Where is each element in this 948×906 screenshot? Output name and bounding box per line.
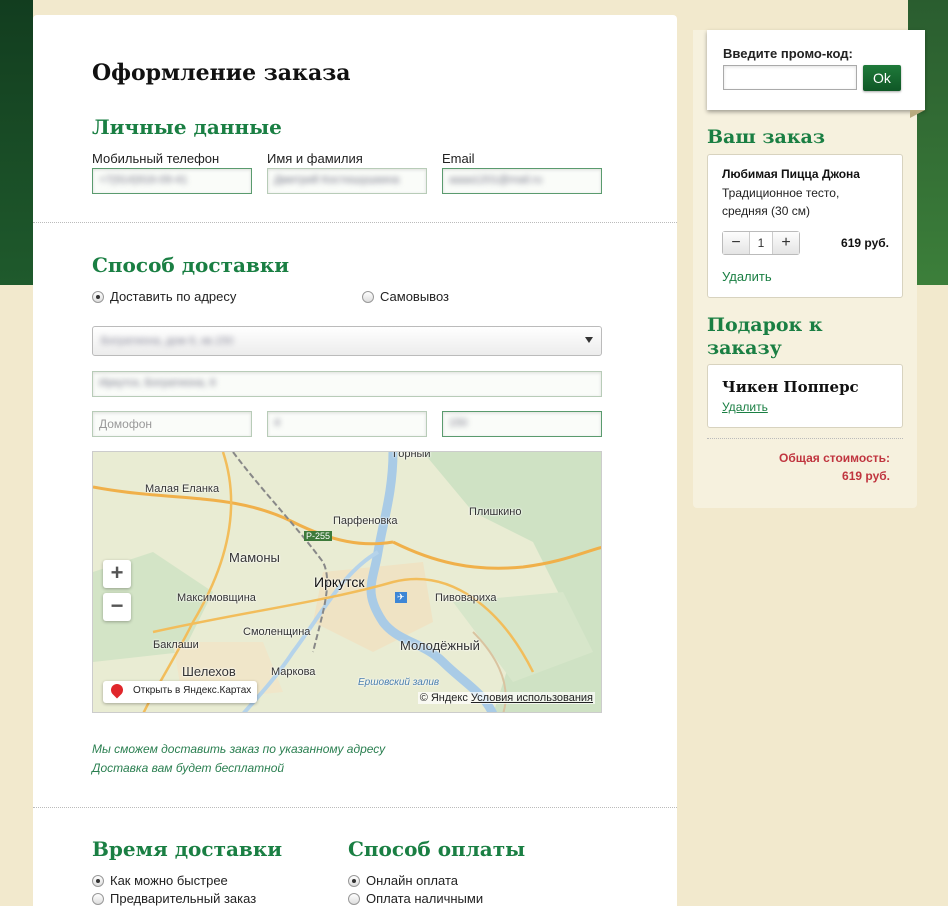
decrease-button[interactable]: − bbox=[723, 232, 749, 254]
email-label: Email bbox=[442, 151, 475, 166]
map-label-plishkino: Плишкино bbox=[469, 506, 522, 518]
radio-asap[interactable]: Как можно быстрее bbox=[92, 873, 228, 888]
address-select-value: Богратиона, дом 6, кв.150 bbox=[101, 335, 234, 347]
radio-label: Самовывоз bbox=[380, 289, 449, 304]
section-divider bbox=[33, 222, 677, 223]
total-value: 619 руб. bbox=[842, 469, 890, 483]
gift-title-line1: Подарок к bbox=[707, 314, 823, 336]
map-label-smolenshchina: Смоленщина bbox=[243, 626, 311, 638]
order-item-desc-line2: средняя (30 см) bbox=[722, 204, 810, 218]
open-yandex-maps-label: Открыть в Яндекс.Картах bbox=[133, 685, 252, 696]
map-label-pivovarikha: Пивовариха bbox=[435, 592, 497, 604]
map-label-gorny: Горный bbox=[393, 451, 431, 460]
intercom-field[interactable]: Домофон bbox=[92, 411, 252, 437]
gift-card: Чикен Попперс Удалить bbox=[707, 364, 903, 428]
name-field[interactable]: Дмитрий Костюшушкина bbox=[267, 168, 427, 194]
radio-label: Онлайн оплата bbox=[366, 873, 458, 888]
order-item-name: Любимая Пицца Джона bbox=[722, 167, 860, 181]
radio-dot[interactable] bbox=[348, 892, 360, 905]
map-label-malaya-elanka: Малая Еланка bbox=[145, 483, 220, 495]
address-field[interactable]: Иркутск, Богратиона, 6 bbox=[92, 371, 602, 397]
floor-field[interactable]: 4 bbox=[267, 411, 427, 437]
map-label-maksimovshchina: Максимовщина bbox=[177, 592, 256, 604]
email-field[interactable]: aaaa1201@mail.ru bbox=[442, 168, 602, 194]
remove-item-link[interactable]: Удалить bbox=[722, 269, 772, 284]
radio-pickup[interactable]: Самовывоз bbox=[362, 289, 449, 304]
map-label-molodezhny: Молодёжный bbox=[400, 638, 480, 653]
delivery-section-title: Способ доставки bbox=[92, 253, 290, 277]
radio-label: Как можно быстрее bbox=[110, 873, 228, 888]
map-label-baklashi: Баклаши bbox=[153, 639, 199, 651]
delivery-map[interactable]: Горный Малая Еланка Парфеновка Плишкино … bbox=[92, 451, 602, 713]
map-label-shelekhov: Шелехов bbox=[182, 664, 236, 679]
quantity-stepper: − 1 + bbox=[722, 231, 800, 255]
terms-link[interactable]: Условия использования bbox=[471, 692, 593, 704]
promo-fold bbox=[910, 110, 925, 118]
background-left bbox=[0, 0, 33, 285]
map-label-mamony: Мамоны bbox=[229, 550, 280, 565]
remove-gift-link[interactable]: Удалить bbox=[722, 400, 768, 414]
phone-field[interactable]: +7(914)916-09-41 bbox=[92, 168, 252, 194]
chevron-down-icon bbox=[585, 337, 593, 343]
phone-label: Мобильный телефон bbox=[92, 151, 220, 166]
radio-deliver-address[interactable]: Доставить по адресу bbox=[92, 289, 236, 304]
time-section-title: Время доставки bbox=[92, 837, 283, 861]
map-label-ershovsky: Ершовский залив bbox=[358, 677, 440, 688]
gift-item-name: Чикен Попперс bbox=[722, 378, 859, 396]
radio-preorder[interactable]: Предварительный заказ bbox=[92, 891, 256, 906]
order-title: Ваш заказ bbox=[707, 126, 825, 148]
radio-dot-checked[interactable] bbox=[92, 874, 104, 887]
map-label-markova: Маркова bbox=[271, 666, 316, 678]
radio-label: Предварительный заказ bbox=[110, 891, 257, 906]
promo-code-input[interactable] bbox=[723, 65, 857, 90]
name-label: Имя и фамилия bbox=[267, 151, 363, 166]
address-select[interactable]: Богратиона, дом 6, кв.150 bbox=[92, 326, 602, 356]
map-copyright: © Яндекс Условия использования bbox=[417, 692, 595, 704]
radio-online-payment[interactable]: Онлайн оплата bbox=[348, 873, 458, 888]
total-label: Общая стоимость: bbox=[779, 451, 890, 465]
radio-dot-checked[interactable] bbox=[348, 874, 360, 887]
radio-label: Доставить по адресу bbox=[110, 289, 237, 304]
gift-title: Подарок к заказу bbox=[707, 314, 823, 360]
apartment-field[interactable]: 150 bbox=[442, 411, 602, 437]
zoom-out-button[interactable]: − bbox=[103, 593, 131, 621]
radio-dot[interactable] bbox=[92, 892, 104, 905]
open-yandex-maps-button[interactable]: Открыть в Яндекс.Картах bbox=[103, 681, 258, 703]
promo-ok-button[interactable]: Ok bbox=[863, 65, 901, 91]
delivery-note-line2: Доставка вам будет бесплатной bbox=[92, 761, 285, 775]
airport-icon: ✈ bbox=[395, 592, 407, 603]
radio-cash-payment[interactable]: Оплата наличными bbox=[348, 891, 483, 906]
radio-dot-checked[interactable] bbox=[92, 290, 104, 303]
gift-title-line2: заказу bbox=[707, 337, 782, 359]
payment-section-title: Способ оплаты bbox=[348, 837, 526, 861]
quantity-value[interactable]: 1 bbox=[749, 232, 773, 254]
order-item-desc-line1: Традиционное тесто, bbox=[722, 186, 840, 200]
sidebar-divider bbox=[707, 438, 903, 439]
zoom-in-button[interactable]: + bbox=[103, 560, 131, 588]
map-label-irkutsk: Иркутск bbox=[314, 574, 365, 590]
map-label-parfenovka: Парфеновка bbox=[333, 515, 398, 527]
map-pin-icon bbox=[108, 681, 126, 699]
delivery-note-line1: Мы сможем доставить заказ по указанному … bbox=[92, 742, 386, 756]
increase-button[interactable]: + bbox=[773, 232, 799, 254]
section-divider bbox=[33, 807, 677, 808]
page-title: Оформление заказа bbox=[92, 60, 351, 86]
order-item-card: Любимая Пицца Джона Традиционное тесто, … bbox=[707, 154, 903, 298]
map-road-sign: Р-255 bbox=[304, 531, 333, 541]
radio-label: Оплата наличными bbox=[366, 891, 484, 906]
personal-section-title: Личные данные bbox=[92, 115, 282, 139]
promo-label: Введите промо-код: bbox=[723, 46, 853, 61]
copyright-text: © Яндекс bbox=[419, 692, 468, 704]
order-item-price: 619 руб. bbox=[841, 236, 889, 250]
radio-dot[interactable] bbox=[362, 290, 374, 303]
